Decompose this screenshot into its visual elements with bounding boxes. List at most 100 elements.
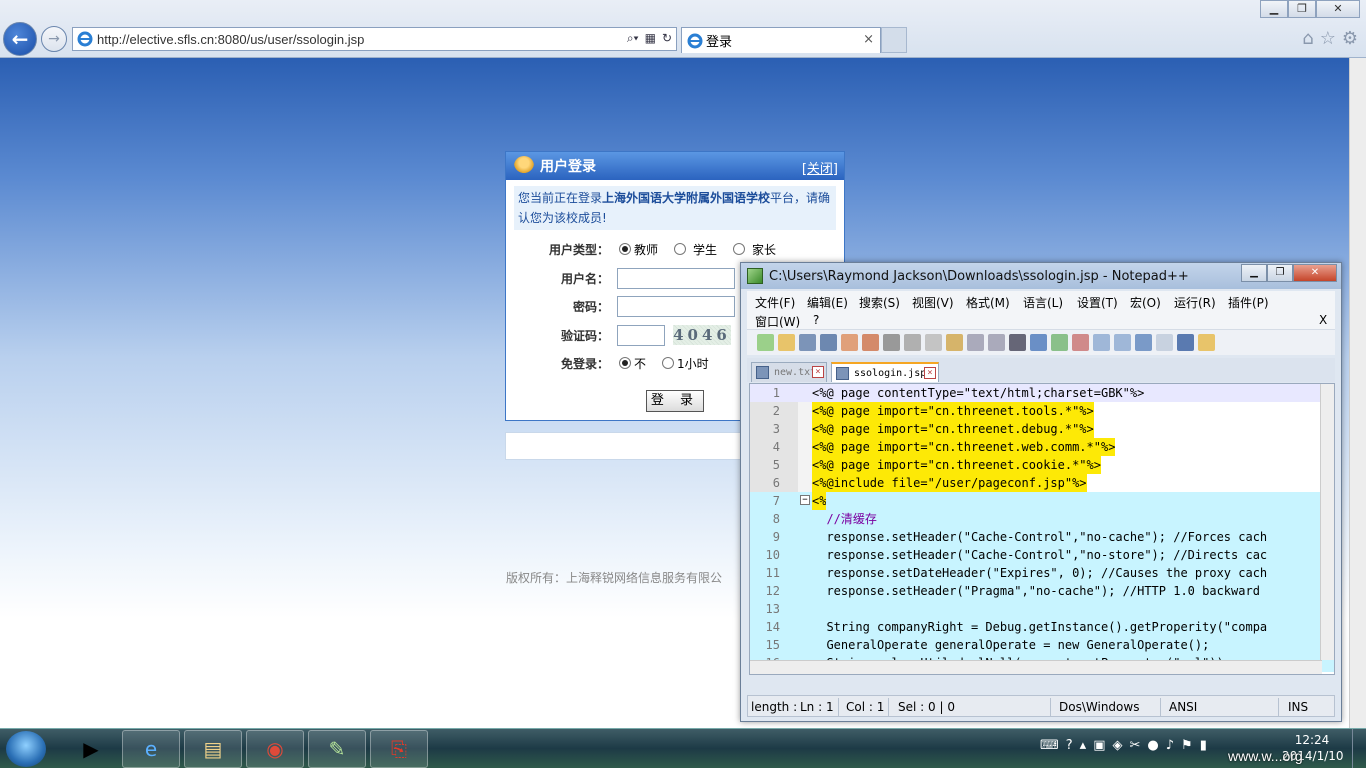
help-icon[interactable]: ? xyxy=(1066,738,1073,753)
editor-hscroll[interactable] xyxy=(750,660,1322,674)
fold-toggle-icon[interactable]: − xyxy=(800,495,810,505)
menu-edit[interactable]: 编辑(E) xyxy=(807,294,848,311)
explorer-icon[interactable]: ▤ xyxy=(184,730,242,768)
ime-icon[interactable]: ▣ xyxy=(1093,738,1105,753)
new-file-icon[interactable] xyxy=(757,334,774,351)
code-line: 3 <%@ page import="cn.threenet.debug.*"%> xyxy=(750,420,1334,438)
start-button[interactable] xyxy=(6,731,46,767)
compat-view-icon[interactable]: ▦ xyxy=(645,31,656,46)
forward-button[interactable]: → xyxy=(41,26,67,52)
favorites-icon[interactable]: ☆ xyxy=(1320,28,1336,49)
user-type-teacher-radio[interactable] xyxy=(619,243,631,255)
captcha-image[interactable]: 4046 xyxy=(673,325,731,345)
doc-tab-ssologin[interactable]: ssologin.jsp × xyxy=(831,362,939,382)
find-icon[interactable] xyxy=(1009,334,1026,351)
gear-icon[interactable]: ⚙ xyxy=(1342,28,1358,49)
address-bar[interactable]: http://elective.sfls.cn:8080/us/user/sso… xyxy=(72,27,677,51)
notepad-close-button[interactable]: ✕ xyxy=(1293,264,1337,282)
cut-icon[interactable] xyxy=(904,334,921,351)
copy-icon[interactable] xyxy=(925,334,942,351)
app-tray-icon[interactable]: ◈ xyxy=(1113,738,1123,753)
paste-icon[interactable] xyxy=(946,334,963,351)
username-input[interactable] xyxy=(617,267,735,289)
menu-help[interactable]: ? xyxy=(813,313,819,327)
doc-tab-new[interactable]: new.txt × xyxy=(751,362,827,382)
print-icon[interactable] xyxy=(883,334,900,351)
pdf-icon[interactable]: ⎘ xyxy=(370,730,428,768)
replace-icon[interactable] xyxy=(1030,334,1047,351)
show-desktop-button[interactable] xyxy=(1352,729,1366,768)
status-sel: Sel : 0 | 0 xyxy=(898,700,955,714)
minimize-button[interactable]: ▁ xyxy=(1260,0,1288,18)
user-type-student-radio[interactable] xyxy=(674,243,687,255)
restore-button[interactable]: ❐ xyxy=(1288,0,1316,18)
editor-vscroll[interactable] xyxy=(1320,384,1334,660)
zoom-in-icon[interactable] xyxy=(1051,334,1068,351)
new-tab-button[interactable] xyxy=(881,27,907,53)
undo-icon[interactable] xyxy=(967,334,984,351)
captcha-input[interactable] xyxy=(617,324,665,346)
login-submit-button[interactable]: 登 录 xyxy=(646,390,704,412)
back-button[interactable]: ← xyxy=(3,22,37,56)
refresh-icon[interactable]: ↻ xyxy=(662,31,672,46)
code-editor[interactable]: 1 <%@ page contentType="text/html;charset… xyxy=(749,383,1335,675)
menu-macro[interactable]: 宏(O) xyxy=(1130,294,1161,311)
volume-icon[interactable]: ♪ xyxy=(1166,738,1174,753)
sync-v-icon[interactable] xyxy=(1093,334,1110,351)
taskbar-notepad-icon[interactable]: ✎ xyxy=(308,730,366,768)
menu-file[interactable]: 文件(F) xyxy=(755,294,795,311)
network-icon[interactable]: ▮ xyxy=(1200,738,1207,753)
doc-tab-new-label: new.txt xyxy=(774,367,817,378)
notepad-toolbar xyxy=(747,329,1335,355)
autologin-1h-radio[interactable] xyxy=(662,357,675,369)
code-line: 8 //清缓存 xyxy=(750,510,1334,528)
taskbar-ie-icon[interactable]: e xyxy=(122,730,180,768)
menu-run[interactable]: 运行(R) xyxy=(1174,294,1216,311)
open-file-icon[interactable] xyxy=(778,334,795,351)
menu-close-doc[interactable]: X xyxy=(1319,313,1327,327)
security-tray-icon[interactable]: ● xyxy=(1147,738,1158,753)
close-all-icon[interactable] xyxy=(862,334,879,351)
close-button[interactable]: ✕ xyxy=(1316,0,1360,18)
show-all-chars-icon[interactable] xyxy=(1156,334,1173,351)
menu-view[interactable]: 视图(V) xyxy=(912,294,954,311)
home-icon[interactable]: ⌂ xyxy=(1302,28,1313,49)
tray-expand-icon[interactable]: ▴ xyxy=(1080,738,1087,753)
zoom-out-icon[interactable] xyxy=(1072,334,1089,351)
more-tools-icon[interactable] xyxy=(1198,334,1215,351)
menu-plugins[interactable]: 插件(P) xyxy=(1228,294,1269,311)
menu-format[interactable]: 格式(M) xyxy=(966,294,1010,311)
media-player-icon[interactable]: ▶ xyxy=(62,730,120,768)
code-text: //清缓存 xyxy=(812,512,877,526)
sync-h-icon[interactable] xyxy=(1114,334,1131,351)
tools-tray-icon[interactable]: ✂ xyxy=(1130,738,1141,753)
menu-language[interactable]: 语言(L) xyxy=(1023,294,1063,311)
indent-guide-icon[interactable] xyxy=(1177,334,1194,351)
password-input[interactable] xyxy=(617,295,735,317)
browser-tab[interactable]: 登录 × xyxy=(681,27,881,53)
page-scrollbar[interactable] xyxy=(1349,58,1366,728)
redo-icon[interactable] xyxy=(988,334,1005,351)
login-close-link[interactable]: [关闭] xyxy=(802,158,838,177)
close-file-icon[interactable] xyxy=(841,334,858,351)
save-icon[interactable] xyxy=(799,334,816,351)
autologin-no-radio[interactable] xyxy=(619,357,631,369)
menu-search[interactable]: 搜索(S) xyxy=(859,294,900,311)
doc-tab-close-icon[interactable]: × xyxy=(924,367,936,379)
status-encoding: ANSI xyxy=(1169,700,1198,714)
menu-window[interactable]: 窗口(W) xyxy=(755,313,800,330)
tab-close-icon[interactable]: × xyxy=(863,32,874,47)
keyboard-icon[interactable]: ⌨ xyxy=(1040,738,1059,753)
user-type-parent-label: 家长 xyxy=(752,242,777,257)
search-icon[interactable]: ⌕▾ xyxy=(627,31,639,46)
wrap-icon[interactable] xyxy=(1135,334,1152,351)
user-type-parent-radio[interactable] xyxy=(733,243,746,255)
chrome-icon[interactable]: ◉ xyxy=(246,730,304,768)
notepad-restore-button[interactable]: ❐ xyxy=(1267,264,1293,282)
notepad-minimize-button[interactable]: ▁ xyxy=(1241,264,1267,282)
notepad-titlebar[interactable]: C:\Users\Raymond Jackson\Downloads\ssolo… xyxy=(741,263,1341,289)
doc-tab-close-icon[interactable]: × xyxy=(812,366,824,378)
flag-icon[interactable]: ⚑ xyxy=(1181,738,1193,753)
menu-settings[interactable]: 设置(T) xyxy=(1077,294,1118,311)
save-all-icon[interactable] xyxy=(820,334,837,351)
